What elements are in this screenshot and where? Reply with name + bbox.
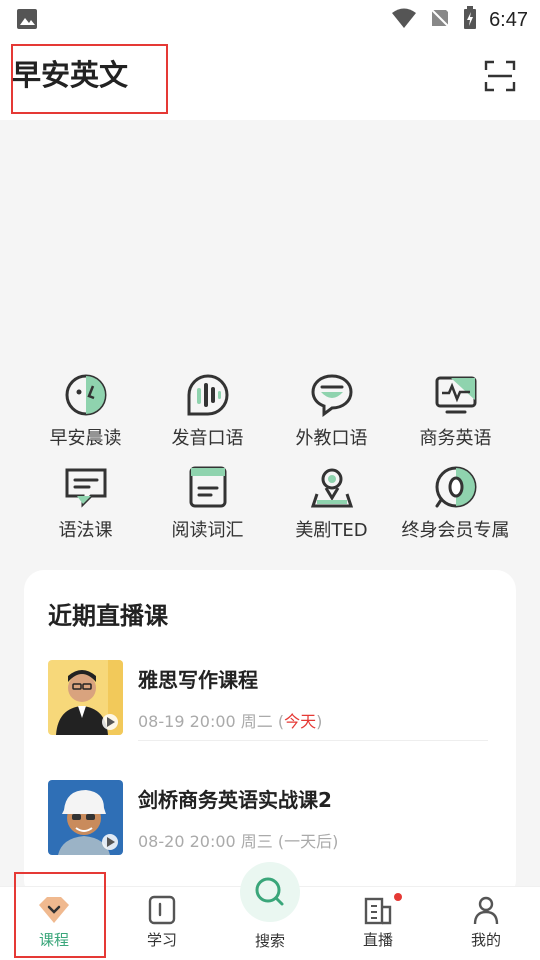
- category-morning-reading[interactable]: 早安晨读: [18, 372, 153, 462]
- tab-live[interactable]: 直播: [328, 887, 428, 960]
- category-foreign-teacher[interactable]: 外教口语: [264, 372, 399, 462]
- no-signal-icon: [429, 7, 451, 33]
- category-label: 美剧TED: [295, 520, 368, 541]
- today-tag: 今天: [284, 712, 317, 731]
- app-header: 早安英文: [0, 38, 540, 120]
- search-button[interactable]: [240, 862, 300, 922]
- live-course-item[interactable]: 雅思写作课程 08-19 20:00 周二 (今天): [48, 660, 492, 750]
- search-icon: [255, 877, 284, 906]
- course-title: 剑桥商务英语实战课2: [138, 788, 332, 812]
- chat-bubble-icon: [310, 374, 353, 417]
- category-label: 阅读词汇: [171, 520, 244, 541]
- course-thumbnail: [48, 780, 123, 855]
- battery-icon: [463, 6, 477, 34]
- course-schedule: 08-19 20:00 周二 (今天): [138, 712, 323, 731]
- user-icon: [473, 896, 499, 925]
- search-label: 搜索: [254, 932, 285, 950]
- book-icon: [189, 466, 226, 508]
- status-bar: 6:47: [0, 0, 540, 38]
- banner-area[interactable]: [0, 120, 540, 360]
- wifi-icon: [391, 7, 417, 33]
- live-course-card: 近期直播课 雅思写作课程 08-19 20:00 周二 (今天) 剑桥商务英语实…: [24, 570, 516, 900]
- gallery-icon: [16, 8, 38, 34]
- category-pronunciation[interactable]: 发音口语: [140, 372, 275, 462]
- category-label: 早安晨读: [49, 428, 122, 449]
- location-pin-icon: [310, 468, 353, 508]
- face-icon: [65, 374, 106, 416]
- building-icon: [364, 897, 392, 925]
- category-grammar[interactable]: 语法课: [18, 464, 153, 554]
- category-tv-ted[interactable]: 美剧TED: [264, 464, 399, 554]
- tab-label: 我的: [470, 931, 501, 949]
- tab-mine[interactable]: 我的: [436, 887, 536, 960]
- monitor-icon: [435, 376, 476, 414]
- category-label: 发音口语: [171, 428, 244, 449]
- live-course-item[interactable]: 剑桥商务英语实战课2 08-20 20:00 周三 (一天后): [48, 780, 492, 870]
- category-label: 商务英语: [419, 428, 492, 449]
- message-icon: [65, 468, 106, 508]
- category-label: 终身会员专属: [401, 520, 510, 541]
- status-time: 6:47: [489, 8, 528, 31]
- category-label: 语法课: [58, 520, 113, 541]
- course-title: 雅思写作课程: [138, 668, 258, 692]
- category-label: 外教口语: [295, 428, 368, 449]
- category-business-english[interactable]: 商务英语: [388, 372, 523, 462]
- notebook-icon: [148, 895, 176, 925]
- tab-label: 直播: [362, 931, 393, 949]
- notification-dot: [394, 893, 402, 901]
- scan-icon[interactable]: [484, 60, 516, 92]
- category-reading-vocab[interactable]: 阅读词汇: [140, 464, 275, 554]
- category-lifetime-member[interactable]: 终身会员专属: [388, 464, 523, 554]
- soundwave-icon: [187, 374, 228, 416]
- course-thumbnail: [48, 660, 123, 735]
- tab-study[interactable]: 学习: [112, 887, 212, 960]
- app-title: 早安英文: [12, 58, 129, 92]
- course-schedule: 08-20 20:00 周三 (一天后): [138, 832, 339, 851]
- divider: [138, 740, 488, 741]
- tab-label: 学习: [146, 931, 177, 949]
- membership-icon: [435, 466, 476, 508]
- section-title: 近期直播课: [48, 602, 168, 630]
- courses-tab-highlight-box: [14, 872, 106, 958]
